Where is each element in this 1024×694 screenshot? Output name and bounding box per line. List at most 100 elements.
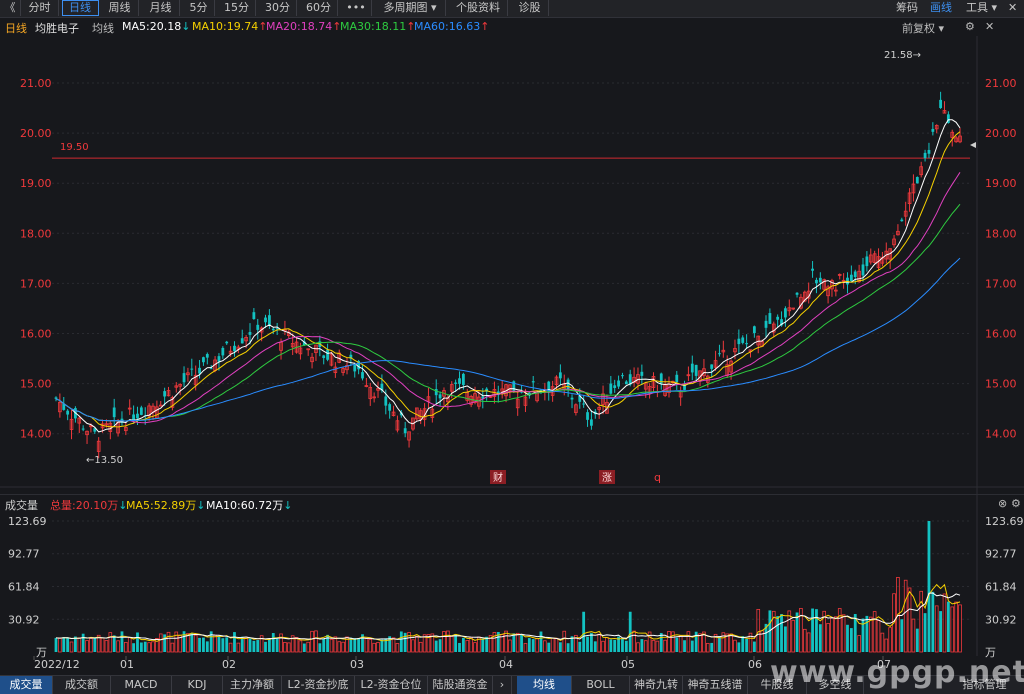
volume-bar xyxy=(228,642,233,653)
tab-boll[interactable]: BOLL xyxy=(572,676,630,694)
tab-magic-five[interactable]: 神奇五线谱 xyxy=(683,676,748,694)
candle-body xyxy=(54,397,58,399)
candle-body xyxy=(939,99,943,108)
candle-body xyxy=(221,347,225,356)
candle-body xyxy=(815,279,818,284)
volume-bar xyxy=(124,641,128,653)
volume-bar xyxy=(651,639,656,653)
volume-bar xyxy=(586,636,589,652)
tab-northbound[interactable]: 陆股通资金 xyxy=(428,676,493,694)
volume-bar xyxy=(329,638,334,653)
volume-bar xyxy=(380,639,384,652)
tab-kdj[interactable]: KDJ xyxy=(172,676,223,694)
tab-macd[interactable]: MACD xyxy=(111,676,172,694)
tab-main-net[interactable]: 主力净额 xyxy=(223,676,282,694)
limit-up-marker[interactable]: 涨 xyxy=(599,470,615,484)
volume-bar xyxy=(601,640,605,653)
volume-bar xyxy=(605,637,609,653)
candle-body xyxy=(617,380,620,387)
volume-bar xyxy=(923,613,927,652)
volume-bar xyxy=(837,608,842,653)
volume-bar xyxy=(515,632,520,653)
price-tick-left: 18.00 xyxy=(20,227,52,240)
volume-bar xyxy=(143,641,147,652)
volume-tick-left: 61.84 xyxy=(8,581,40,594)
volume-bar xyxy=(58,637,62,653)
candle-body xyxy=(784,308,787,318)
volume-bar xyxy=(694,631,698,652)
q-marker[interactable]: q xyxy=(654,471,661,484)
volume-bar xyxy=(139,642,143,652)
tab-ma[interactable]: 均线 xyxy=(517,676,572,694)
volume-bar xyxy=(683,640,686,652)
volume-bar xyxy=(667,631,671,653)
volume-bar xyxy=(558,642,562,652)
tab-l2-bottom[interactable]: L2-资金抄底 xyxy=(282,676,355,694)
candle-body xyxy=(438,394,442,399)
candle-body xyxy=(865,256,869,267)
volume-bar xyxy=(958,604,962,653)
x-axis-label: 05 xyxy=(621,658,635,671)
volume-close-icon[interactable]: ⊗ xyxy=(998,497,1007,510)
volume-bar xyxy=(391,637,396,653)
candle-body xyxy=(752,326,756,334)
candle-body xyxy=(853,271,857,277)
high-price-label: 21.58→ xyxy=(884,50,921,61)
volume-tick-right: 61.84 xyxy=(985,581,1017,594)
volume-bar xyxy=(364,638,369,653)
volume-bar xyxy=(233,632,236,652)
volume-bar xyxy=(264,641,267,652)
candle-body xyxy=(675,374,679,383)
volume-bar xyxy=(132,643,135,652)
volume-bar xyxy=(62,637,66,652)
volume-bar xyxy=(357,638,361,652)
candle-body xyxy=(252,312,256,319)
volume-bar xyxy=(795,612,799,652)
volume-bar xyxy=(640,639,644,652)
candle-body xyxy=(256,324,260,330)
candle-body xyxy=(353,365,357,372)
candle-body xyxy=(694,364,698,376)
volume-bar xyxy=(244,636,248,653)
volume-bar xyxy=(81,633,85,652)
volume-bar xyxy=(907,587,912,653)
tabs-scroll-right-icon[interactable]: › xyxy=(493,676,512,694)
finance-marker[interactable]: 财 xyxy=(490,470,506,484)
price-tick-left: 17.00 xyxy=(20,277,52,290)
volume-bar xyxy=(531,639,535,652)
volume-bar xyxy=(136,632,139,652)
candle-body xyxy=(915,177,919,184)
volume-bar xyxy=(112,635,116,652)
candle-body xyxy=(225,341,229,344)
tab-magic-nine[interactable]: 神奇九转 xyxy=(630,676,683,694)
candle-body xyxy=(388,404,392,411)
ma5-line xyxy=(55,119,961,433)
volume-bar xyxy=(663,639,667,653)
volume-bar xyxy=(458,642,461,652)
volume-bar xyxy=(939,611,943,652)
tab-turnover[interactable]: 成交额 xyxy=(53,676,111,694)
candle-body xyxy=(361,372,364,379)
volume-bar xyxy=(399,631,403,652)
volume-tick-left: 92.77 xyxy=(8,548,40,561)
price-tick-right: 14.00 xyxy=(985,428,1017,441)
volume-bar xyxy=(562,630,567,653)
volume-bar xyxy=(504,630,508,653)
volume-bar xyxy=(621,638,624,652)
volume-bar xyxy=(527,638,531,652)
candle-body xyxy=(112,407,116,418)
volume-bar xyxy=(434,640,438,652)
tab-l2-position[interactable]: L2-资金仓位 xyxy=(355,676,428,694)
volume-bar xyxy=(690,640,694,652)
volume-bar xyxy=(911,618,916,653)
volume-bar xyxy=(69,641,74,653)
candle-body xyxy=(461,373,465,385)
volume-bar xyxy=(737,642,741,652)
tab-volume[interactable]: 成交量 xyxy=(0,676,53,694)
volume-bar xyxy=(151,641,155,653)
volume-settings-icon[interactable]: ⚙ xyxy=(1011,497,1021,510)
kline-chart[interactable]: 21.00 21.00 20.00 20.00 19.00 19.00 18.00 18.00… xyxy=(0,0,1024,693)
candle-body xyxy=(209,368,213,370)
volume-bar xyxy=(341,641,345,653)
volume-bar xyxy=(213,634,217,653)
